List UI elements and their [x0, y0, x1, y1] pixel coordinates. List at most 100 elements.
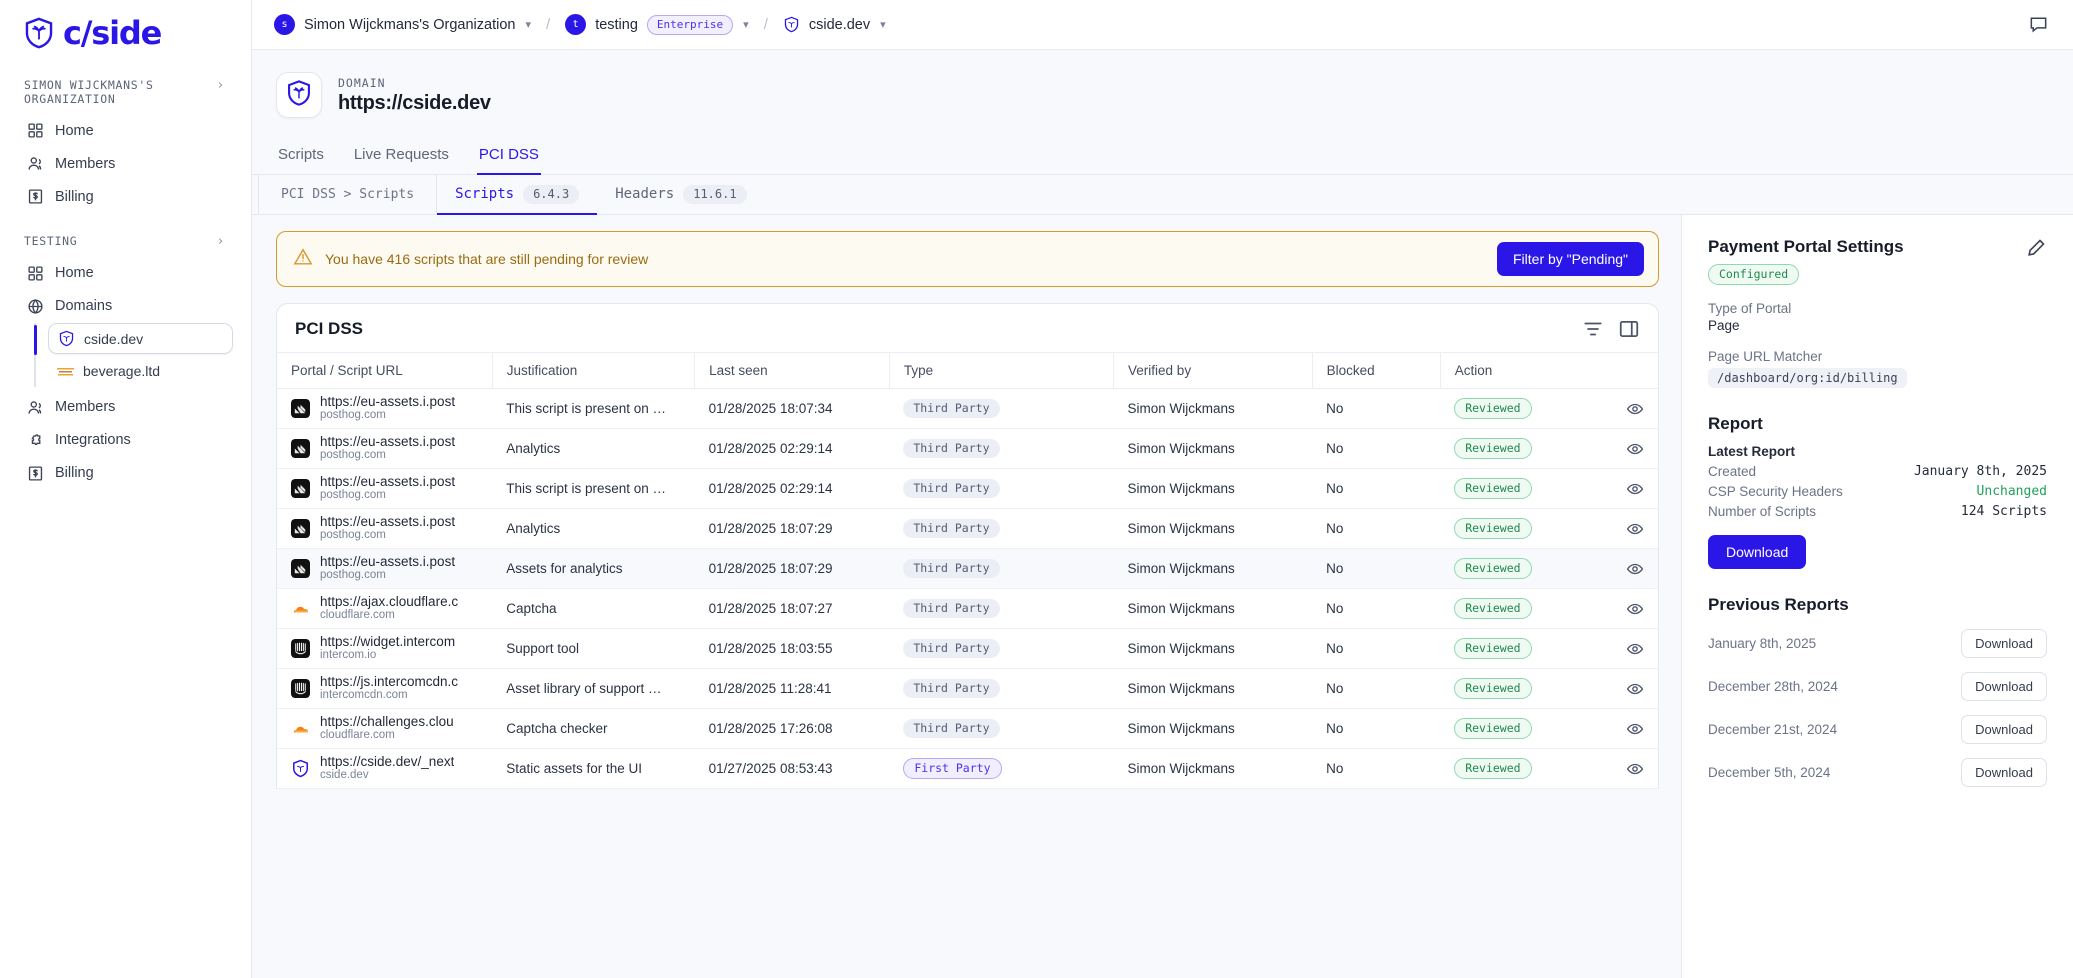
sidebar-section-organization[interactable]: SIMON WIJCKMANS'S ORGANIZATION ›	[18, 70, 233, 115]
chevron-right-icon: ›	[216, 233, 225, 249]
url-text: https://challenges.clou cloudflare.com	[320, 714, 454, 743]
people-icon	[26, 155, 44, 173]
reviewed-badge[interactable]: Reviewed	[1454, 718, 1532, 739]
reviewed-badge[interactable]: Reviewed	[1454, 438, 1532, 459]
panel-toggle-icon[interactable]	[1618, 318, 1640, 340]
cell-portal-script-url[interactable]: https://eu-assets.i.post posthog.com	[277, 388, 493, 429]
table-row[interactable]: https://eu-assets.i.post posthog.com Analy…	[277, 508, 1658, 549]
breadcrumb-organization[interactable]: s Simon Wijckmans's Organization ▾	[274, 14, 531, 35]
table-row[interactable]: https://ajax.cloudflare.c cloudflare.com C…	[277, 588, 1658, 629]
eye-icon[interactable]	[1626, 480, 1644, 498]
eye-icon[interactable]	[1626, 680, 1644, 698]
table-tools	[1582, 318, 1640, 340]
eye-icon[interactable]	[1626, 400, 1644, 418]
page-url-matcher-value: /dashboard/org:id/billing	[1708, 368, 1907, 388]
feedback-icon[interactable]	[2025, 12, 2051, 38]
sidebar-item-domain-beverage-ltd[interactable]: beverage.ltd	[48, 356, 233, 385]
chevron-down-icon[interactable]: ▾	[743, 18, 749, 31]
subtab-chip: 6.4.3	[523, 184, 580, 204]
reviewed-badge[interactable]: Reviewed	[1454, 598, 1532, 619]
payment-portal-settings-title: Payment Portal Settings	[1708, 237, 1904, 256]
script-host: cloudflare.com	[320, 729, 395, 742]
sidebar-item-domains[interactable]: Domains	[18, 290, 233, 322]
download-previous-report-button[interactable]: Download	[1961, 758, 2047, 787]
sidebar-section-testing[interactable]: TESTING ›	[18, 226, 233, 258]
app-logo[interactable]: c/side	[18, 0, 233, 70]
column-header-type[interactable]: Type	[889, 352, 1115, 389]
script-url: https://eu-assets.i.post	[320, 433, 456, 449]
cell-portal-script-url[interactable]: https://cside.dev/_next cside.dev	[277, 748, 493, 789]
sidebar-item-label: Domains	[55, 298, 113, 315]
eye-icon[interactable]	[1626, 720, 1644, 738]
cell-portal-script-url[interactable]: https://eu-assets.i.post posthog.com	[277, 508, 493, 549]
table-row[interactable]: https://eu-assets.i.post posthog.com This …	[277, 468, 1658, 509]
eye-icon[interactable]	[1626, 600, 1644, 618]
cell-portal-script-url[interactable]: https://widget.intercom intercom.io	[277, 628, 493, 669]
cell-portal-script-url[interactable]: https://eu-assets.i.post posthog.com	[277, 428, 493, 469]
url-cell-content: https://eu-assets.i.post posthog.com	[291, 474, 478, 503]
column-header-portal-script-url[interactable]: Portal / Script URL	[277, 352, 493, 389]
cell-blocked: No	[1312, 428, 1441, 469]
sidebar-item-project-billing[interactable]: Billing	[18, 457, 233, 489]
sidebar-item-project-home[interactable]: Home	[18, 257, 233, 289]
column-header-justification[interactable]: Justification	[492, 352, 696, 389]
sidebar-item-domain-cside-dev[interactable]: cside.dev	[48, 323, 233, 355]
eye-icon[interactable]	[1626, 520, 1644, 538]
sidebar-item-org-billing[interactable]: Billing	[18, 181, 233, 213]
column-header-action[interactable]: Action	[1440, 352, 1658, 389]
pencil-icon[interactable]	[2025, 237, 2047, 259]
filter-icon[interactable]	[1582, 318, 1604, 340]
eye-icon[interactable]	[1626, 760, 1644, 778]
reviewed-badge[interactable]: Reviewed	[1454, 518, 1532, 539]
download-previous-report-button[interactable]: Download	[1961, 715, 2047, 744]
cell-justification: Captcha	[492, 588, 695, 629]
eye-icon[interactable]	[1626, 560, 1644, 578]
download-previous-report-button[interactable]: Download	[1961, 672, 2047, 701]
table-row[interactable]: https://cside.dev/_next cside.dev Static a…	[277, 748, 1658, 789]
project-name: testing	[595, 16, 638, 33]
action-cell-content: Reviewed	[1454, 678, 1644, 699]
reviewed-badge[interactable]: Reviewed	[1454, 558, 1532, 579]
column-header-last-seen[interactable]: Last seen	[694, 352, 890, 389]
sidebar-item-org-members[interactable]: Members	[18, 148, 233, 180]
chevron-down-icon[interactable]: ▾	[525, 18, 531, 31]
chevron-down-icon[interactable]: ▾	[880, 18, 886, 31]
reviewed-badge[interactable]: Reviewed	[1454, 638, 1532, 659]
reviewed-badge[interactable]: Reviewed	[1454, 678, 1532, 699]
url-text: https://eu-assets.i.post posthog.com	[320, 474, 455, 503]
reviewed-badge[interactable]: Reviewed	[1454, 398, 1532, 419]
table-row[interactable]: https://eu-assets.i.post posthog.com This …	[277, 388, 1658, 429]
breadcrumb-project[interactable]: t testing Enterprise ▾	[565, 14, 749, 35]
sidebar-item-integrations[interactable]: Integrations	[18, 424, 233, 456]
cell-portal-script-url[interactable]: https://eu-assets.i.post posthog.com	[277, 548, 493, 589]
subtab-scripts[interactable]: Scripts 6.4.3	[437, 175, 598, 215]
tab-pci-dss[interactable]: PCI DSS	[476, 140, 541, 175]
table-row[interactable]: https://eu-assets.i.post posthog.com Asset…	[277, 548, 1658, 589]
cell-portal-script-url[interactable]: https://js.intercomcdn.c intercomcdn.com	[277, 668, 493, 709]
eye-icon[interactable]	[1626, 440, 1644, 458]
breadcrumb-domain[interactable]: cside.dev ▾	[783, 16, 886, 33]
sidebar-item-org-home[interactable]: Home	[18, 115, 233, 147]
sub-breadcrumb[interactable]: PCI DSS > Scripts	[258, 175, 438, 214]
table-row[interactable]: https://js.intercomcdn.c intercomcdn.com A…	[277, 668, 1658, 709]
cell-portal-script-url[interactable]: https://eu-assets.i.post posthog.com	[277, 468, 493, 509]
tab-scripts[interactable]: Scripts	[276, 140, 326, 175]
cell-portal-script-url[interactable]: https://ajax.cloudflare.c cloudflare.com	[277, 588, 493, 629]
table-row[interactable]: https://widget.intercom intercom.io Suppor…	[277, 628, 1658, 669]
column-header-verified-by[interactable]: Verified by	[1113, 352, 1313, 389]
cell-portal-script-url[interactable]: https://challenges.clou cloudflare.com	[277, 708, 493, 749]
download-previous-report-button[interactable]: Download	[1961, 629, 2047, 658]
filter-by-pending-button[interactable]: Filter by "Pending"	[1497, 242, 1644, 276]
reviewed-badge[interactable]: Reviewed	[1454, 478, 1532, 499]
table-body: https://eu-assets.i.post posthog.com This …	[277, 388, 1658, 789]
table-row[interactable]: https://challenges.clou cloudflare.com Cap…	[277, 708, 1658, 749]
eye-icon[interactable]	[1626, 640, 1644, 658]
tab-live-requests[interactable]: Live Requests	[352, 140, 451, 175]
subtab-headers[interactable]: Headers 11.6.1	[597, 175, 764, 215]
sidebar-item-project-members[interactable]: Members	[18, 391, 233, 423]
table-row[interactable]: https://eu-assets.i.post posthog.com Analy…	[277, 428, 1658, 469]
table-header-row: Portal / Script URL Justification Last s…	[277, 352, 1658, 389]
download-report-button[interactable]: Download	[1708, 535, 1807, 569]
column-header-blocked[interactable]: Blocked	[1312, 352, 1441, 389]
reviewed-badge[interactable]: Reviewed	[1454, 758, 1532, 779]
